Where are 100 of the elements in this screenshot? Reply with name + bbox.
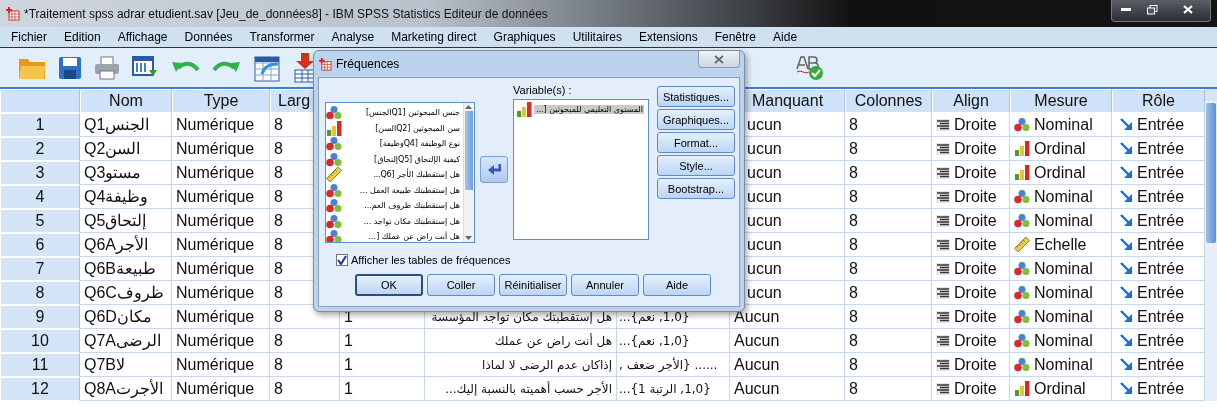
align-right-icon	[936, 358, 950, 371]
table-cell: Droite	[954, 187, 997, 206]
table-cell: Numérique	[172, 377, 270, 401]
table-cell: Aucun	[730, 377, 845, 401]
nominal-icon	[326, 198, 342, 214]
scrollbar[interactable]	[463, 103, 474, 242]
nominal-icon	[326, 229, 342, 242]
table-cell: 1	[340, 353, 425, 377]
checkbox[interactable]	[336, 254, 348, 266]
table-cell: Q4وظيفة	[80, 185, 172, 209]
column-header[interactable]: Type	[172, 89, 270, 113]
menu-item[interactable]: Graphiques	[487, 30, 563, 44]
table-cell: Entrée	[1137, 331, 1185, 350]
bar-chart-icon	[1014, 141, 1030, 156]
nominal-icon	[1014, 213, 1030, 228]
column-header[interactable]: Colonnes	[845, 89, 932, 113]
table-cell: Droite	[954, 115, 997, 134]
menu-item[interactable]: Fenêtre	[708, 30, 764, 44]
dialog-button[interactable]: Coller	[427, 274, 495, 296]
table-cell: Q7Bلا	[80, 353, 172, 377]
table-arrow-icon[interactable]	[254, 53, 282, 82]
bar-chart-icon	[1014, 381, 1030, 396]
spell-check-icon[interactable]	[795, 54, 825, 81]
table-cell: {1,0, نعم}...	[617, 329, 730, 353]
column-header[interactable]: Rôle	[1112, 89, 1205, 113]
dialog-button[interactable]: Style...	[657, 155, 735, 176]
table-cell: Nominal	[1034, 307, 1093, 326]
dialog-button[interactable]: Graphiques...	[657, 109, 735, 130]
selected-variables-list[interactable]: المستوى التعليمي للمبحوثين [...	[513, 99, 649, 240]
row-number[interactable]: 10	[0, 329, 80, 353]
arrow-icon	[1120, 382, 1133, 395]
row-number[interactable]: 3	[0, 161, 80, 185]
column-header[interactable]: Mesure	[1010, 89, 1112, 113]
dialog-button[interactable]: Annuler	[571, 274, 639, 296]
table-cell: 8	[845, 305, 932, 329]
table-cell: Nominal	[1034, 211, 1093, 230]
restore-icon	[1147, 4, 1158, 15]
menu-item[interactable]: Analyse	[325, 30, 382, 44]
table-cell: Entrée	[1137, 187, 1185, 206]
nominal-icon	[326, 182, 342, 198]
dialog-button[interactable]: Format...	[657, 132, 735, 153]
menu-item[interactable]: Utilitaires	[566, 30, 629, 44]
ruler-icon	[326, 167, 342, 183]
row-number[interactable]: 12	[0, 377, 80, 401]
column-header[interactable]: Nom	[80, 89, 172, 113]
row-number[interactable]: 6	[0, 233, 80, 257]
table-cell: Numérique	[172, 257, 270, 281]
checkbox-label: Afficher les tables de fréquences	[351, 254, 511, 266]
table-cell: Q1الجنس	[80, 113, 172, 137]
row-number[interactable]: 8	[0, 281, 80, 305]
table-cell: Entrée	[1137, 163, 1185, 182]
table-cell: Droite	[954, 307, 997, 326]
scroll-down-icon[interactable]	[464, 234, 473, 242]
table-cell: Nominal	[1034, 331, 1093, 350]
variable-list[interactable]	[325, 102, 475, 243]
table-cell: 8	[270, 377, 340, 401]
bar-chart-icon	[516, 102, 532, 118]
save-icon[interactable]	[58, 55, 82, 80]
print-icon[interactable]	[94, 55, 120, 80]
column-header[interactable]: Align	[932, 89, 1010, 113]
table-cell: 8	[845, 113, 932, 137]
move-button[interactable]	[480, 156, 508, 183]
align-right-icon	[936, 166, 950, 179]
table-cell: 8	[845, 353, 932, 377]
arrow-icon	[1120, 118, 1133, 131]
table-cell: Echelle	[1034, 235, 1087, 254]
app-icon	[6, 6, 20, 21]
menu-item[interactable]: Edition	[58, 30, 108, 44]
table-cell: Entrée	[1137, 379, 1185, 398]
dialog-button[interactable]: OK	[355, 274, 423, 296]
row-number[interactable]: 4	[0, 185, 80, 209]
scrollbar[interactable]	[1205, 89, 1217, 401]
row-number[interactable]: 5	[0, 209, 80, 233]
menu-item[interactable]: Données	[178, 30, 240, 44]
table-cell: Droite	[954, 259, 997, 278]
arrow-icon	[1120, 142, 1133, 155]
dialog-button[interactable]: Aide	[643, 274, 711, 296]
dialog-button[interactable]: Statistiques...	[657, 86, 735, 107]
row-number[interactable]: 11	[0, 353, 80, 377]
dialog-title: Fréquences	[336, 57, 401, 71]
align-right-icon	[936, 190, 950, 203]
table-cell: Q5إلتحاق	[80, 209, 172, 233]
table-cell: Entrée	[1137, 235, 1185, 254]
menu-item[interactable]: Extensions	[632, 30, 705, 44]
nominal-icon	[326, 105, 342, 121]
menu-item[interactable]: Marketing direct	[385, 30, 484, 44]
dialog-button[interactable]: Bootstrap...	[657, 178, 735, 199]
row-number[interactable]: 2	[0, 137, 80, 161]
table-cell: Ordinal	[1034, 163, 1086, 182]
row-number[interactable]: 9	[0, 305, 80, 329]
dialog-button[interactable]: Réinitialiser	[499, 274, 567, 296]
menu-item[interactable]: Aide	[767, 30, 805, 44]
row-number[interactable]: 1	[0, 113, 80, 137]
table-cell: Nominal	[1034, 259, 1093, 278]
menu-item[interactable]: Transformer	[243, 30, 322, 44]
row-number[interactable]: 7	[0, 257, 80, 281]
table-cell: Entrée	[1137, 259, 1185, 278]
align-right-icon	[936, 238, 950, 251]
menu-item[interactable]: Fichier	[5, 30, 54, 44]
menu-item[interactable]: Affichage	[111, 30, 175, 44]
